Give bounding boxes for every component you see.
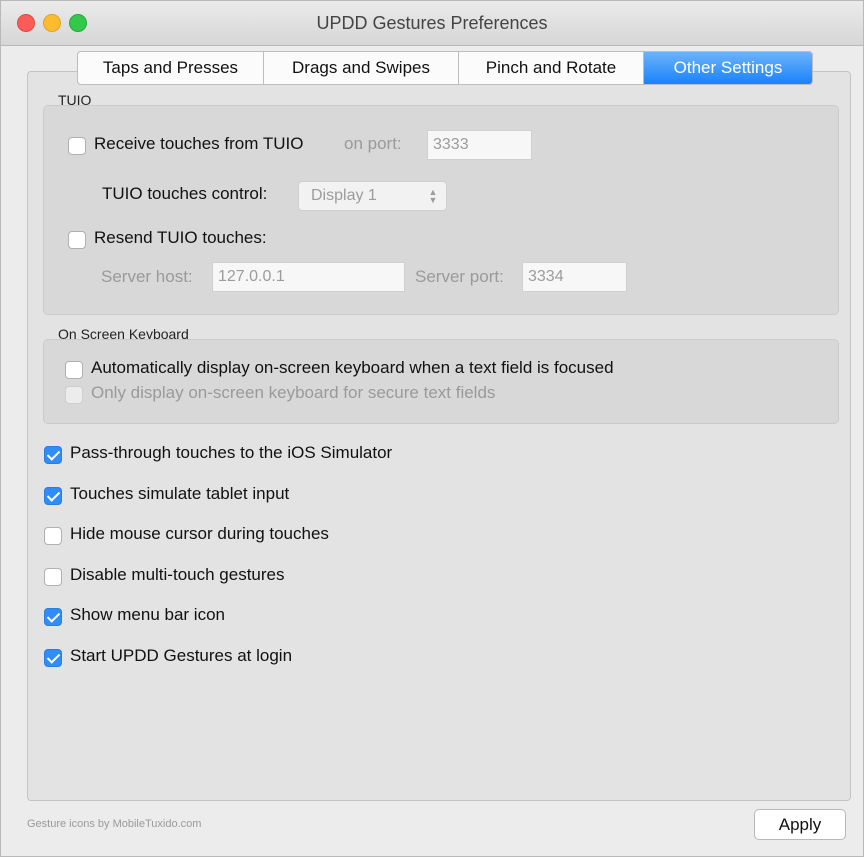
start-at-login-checkbox[interactable] (44, 649, 62, 667)
apply-button[interactable]: Apply (754, 809, 846, 840)
hide-cursor-checkbox[interactable] (44, 527, 62, 545)
menu-bar-icon-label: Show menu bar icon (70, 605, 225, 624)
receive-tuio-checkbox[interactable] (68, 137, 86, 155)
secure-keyboard-checkbox[interactable] (65, 386, 83, 404)
preferences-window: UPDD Gestures Preferences Taps and Press… (0, 0, 864, 857)
tuio-control-label: TUIO touches control: (102, 184, 268, 203)
tab-drags-and-swipes[interactable]: Drags and Swipes (264, 52, 459, 84)
tablet-input-checkbox[interactable] (44, 487, 62, 505)
disable-multitouch-checkbox[interactable] (44, 568, 62, 586)
tab-pinch-and-rotate[interactable]: Pinch and Rotate (459, 52, 644, 84)
tab-other-settings[interactable]: Other Settings (644, 52, 812, 84)
icon-credit-text: Gesture icons by MobileTuxido.com (27, 818, 202, 830)
window-title: UPDD Gestures Preferences (316, 13, 548, 33)
menu-bar-icon-checkbox[interactable] (44, 608, 62, 626)
tablet-input-label: Touches simulate tablet input (70, 484, 290, 503)
secure-keyboard-label: Only display on-screen keyboard for secu… (91, 383, 496, 402)
auto-keyboard-label: Automatically display on-screen keyboard… (91, 358, 614, 377)
port-label: on port: (344, 134, 402, 153)
server-port-input[interactable]: 3334 (522, 262, 627, 292)
receive-tuio-label: Receive touches from TUIO (94, 134, 304, 153)
tuio-control-value: Display 1 (311, 187, 377, 204)
disable-multitouch-label: Disable multi-touch gestures (70, 565, 285, 584)
pass-through-label: Pass-through touches to the iOS Simulato… (70, 443, 393, 462)
tuio-control-popup[interactable]: Display 1 ▲ ▼ (298, 181, 447, 211)
server-host-input[interactable]: 127.0.0.1 (212, 262, 405, 292)
server-port-label: Server port: (415, 267, 504, 286)
start-at-login-label: Start UPDD Gestures at login (70, 646, 293, 665)
hide-cursor-label: Hide mouse cursor during touches (70, 524, 329, 543)
server-host-label: Server host: (101, 267, 193, 286)
resend-tuio-checkbox[interactable] (68, 231, 86, 249)
title-bar[interactable]: UPDD Gestures Preferences (1, 1, 863, 46)
tab-bar: Taps and Presses Drags and Swipes Pinch … (77, 51, 813, 85)
pass-through-checkbox[interactable] (44, 446, 62, 464)
tab-taps-and-presses[interactable]: Taps and Presses (78, 52, 264, 84)
popup-arrows-icon: ▲ ▼ (428, 187, 438, 205)
keyboard-group-box (43, 339, 839, 424)
auto-keyboard-checkbox[interactable] (65, 361, 83, 379)
resend-tuio-label: Resend TUIO touches: (94, 228, 267, 247)
port-input[interactable]: 3333 (427, 130, 532, 160)
